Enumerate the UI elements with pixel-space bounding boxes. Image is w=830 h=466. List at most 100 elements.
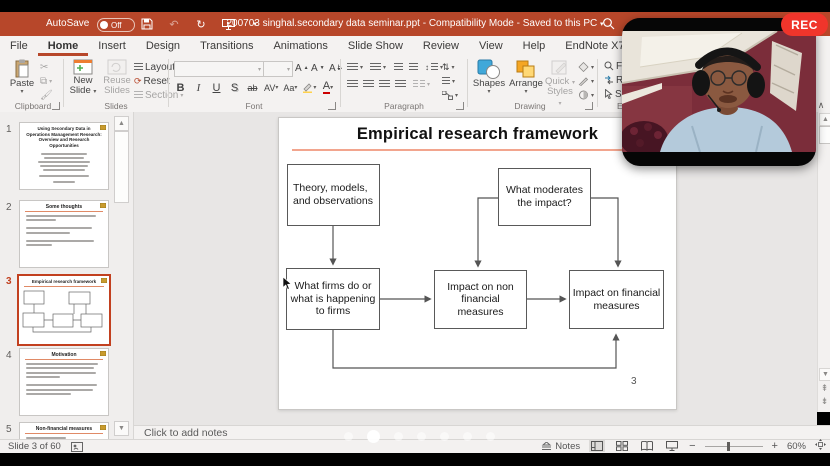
font-size-select[interactable]: ▾ — [263, 61, 293, 77]
diagram-box-financial[interactable]: Impact on financial measures — [569, 270, 664, 329]
clipboard-dialog-launcher-icon[interactable] — [52, 102, 60, 110]
slide-sorter-view-button[interactable] — [614, 440, 630, 452]
webcam-overlay[interactable] — [622, 18, 816, 166]
font-dialog-launcher-icon[interactable] — [328, 102, 336, 110]
zoom-in-button[interactable]: + — [772, 440, 778, 452]
tab-design[interactable]: Design — [136, 37, 190, 56]
increase-indent-icon[interactable] — [409, 61, 418, 73]
new-slide-button[interactable]: New Slide ▾ — [66, 59, 100, 97]
diagram-box-nonfinancial[interactable]: Impact on non financial measures — [434, 270, 527, 329]
grow-font-button[interactable]: A▲ — [295, 62, 309, 74]
scroll-down-icon[interactable]: ▼ — [114, 421, 129, 436]
tab-transitions[interactable]: Transitions — [190, 37, 263, 56]
normal-view-button[interactable] — [589, 440, 605, 452]
slide-thumbnail-1[interactable]: Using Secondary Data in Operations Manag… — [19, 122, 109, 190]
tab-animations[interactable]: Animations — [263, 37, 337, 56]
slide-thumbnail-panel: 1 Using Secondary Data in Operations Man… — [0, 112, 134, 439]
paging-dot[interactable] — [344, 432, 353, 441]
shapes-button[interactable]: Shapes▾ — [471, 59, 507, 96]
editor-scrollbar[interactable]: ▲ ▼ ⇞ ⇟ — [817, 112, 830, 412]
scrollbar-thumb[interactable] — [114, 131, 129, 203]
tab-file[interactable]: File — [0, 37, 38, 56]
tab-review[interactable]: Review — [413, 37, 469, 56]
previous-slide-icon[interactable]: ⇞ — [819, 383, 830, 394]
italic-button[interactable]: I — [192, 81, 205, 94]
tab-view[interactable]: View — [469, 37, 513, 56]
convert-smartart-button[interactable]: ▾ — [442, 89, 458, 101]
slide-canvas[interactable]: Empirical research framework Theory, mod… — [278, 117, 677, 410]
zoom-slider-thumb[interactable] — [727, 442, 730, 451]
fit-to-window-button[interactable] — [815, 439, 826, 453]
shape-outline-button[interactable]: ▾ — [578, 75, 594, 87]
reset-button[interactable]: ⟳Reset — [134, 75, 170, 87]
text-shadow-button[interactable]: S — [228, 81, 241, 94]
bold-button[interactable]: B — [174, 81, 187, 94]
search-icon[interactable] — [602, 17, 617, 32]
underline-button[interactable]: U — [210, 81, 223, 94]
paste-button[interactable]: Paste▾ — [5, 59, 39, 96]
scrollbar-thumb[interactable] — [819, 126, 830, 144]
slide-thumbnail-3-selected[interactable]: Empirical research framework — [17, 274, 111, 346]
strikethrough-button[interactable]: ab — [246, 81, 259, 94]
shrink-font-button[interactable]: A▼ — [311, 62, 325, 74]
font-color-button[interactable]: A▾ — [321, 81, 334, 94]
line-spacing-button[interactable]: ↕▾ — [425, 61, 443, 73]
change-case-button[interactable]: Aa▾ — [283, 81, 297, 94]
tab-slide-show[interactable]: Slide Show — [338, 37, 413, 56]
bullets-button[interactable]: ▾ — [347, 61, 363, 73]
align-right-icon[interactable] — [379, 78, 390, 90]
font-name-select[interactable]: ▾ — [174, 61, 264, 77]
scroll-up-icon[interactable]: ▲ — [819, 113, 830, 126]
paging-dot[interactable] — [394, 432, 403, 441]
paging-dot[interactable] — [417, 432, 426, 441]
paragraph-group-label: Paragraph — [345, 101, 463, 111]
slide-logo — [100, 351, 106, 356]
tab-insert[interactable]: Insert — [88, 37, 136, 56]
video-paging-dots[interactable] — [344, 430, 495, 443]
columns-button[interactable]: ▾ — [413, 78, 430, 90]
accessibility-checker-icon[interactable] — [71, 442, 83, 452]
numbering-button[interactable]: ▾ — [370, 61, 386, 73]
scroll-up-icon[interactable]: ▲ — [114, 116, 129, 131]
reading-view-button[interactable] — [639, 440, 655, 452]
paragraph-dialog-launcher-icon[interactable] — [456, 102, 464, 110]
shape-effects-button[interactable]: ▾ — [578, 89, 594, 101]
drawing-dialog-launcher-icon[interactable] — [585, 102, 593, 110]
cut-icon[interactable]: ✂ — [40, 61, 48, 73]
slide-indicator[interactable]: Slide 3 of 60 — [8, 441, 61, 452]
paging-dot[interactable] — [440, 432, 449, 441]
justify-icon[interactable] — [395, 78, 406, 90]
slide-thumbnail-5[interactable]: Non-financial measures — [19, 422, 109, 439]
tab-home[interactable]: Home — [38, 37, 89, 56]
diagram-box-moderates[interactable]: What moderates the impact? — [498, 168, 591, 226]
scroll-down-icon[interactable]: ▼ — [819, 368, 830, 381]
reuse-slides-button[interactable]: ReuseSlides — [100, 59, 134, 97]
align-left-icon[interactable] — [347, 78, 358, 90]
align-text-button[interactable]: ▾ — [442, 75, 455, 87]
paging-dot[interactable] — [486, 432, 495, 441]
zoom-slider[interactable] — [705, 446, 763, 447]
slideshow-view-button[interactable] — [664, 440, 680, 452]
decrease-indent-icon[interactable] — [394, 61, 403, 73]
arrange-button[interactable]: Arrange▾ — [508, 59, 544, 96]
copy-icon[interactable]: ⧉▾ — [40, 75, 52, 87]
slide-thumbnail-4[interactable]: Motivation — [19, 348, 109, 416]
diagram-box-what-firms-do[interactable]: What firms do or what is happening to fi… — [286, 268, 380, 330]
zoom-out-button[interactable]: − — [689, 440, 695, 452]
webcam-video — [622, 31, 816, 152]
next-slide-icon[interactable]: ⇟ — [819, 396, 830, 407]
notes-toggle-button[interactable]: Notes — [541, 441, 580, 452]
tab-help[interactable]: Help — [513, 37, 556, 56]
zoom-level[interactable]: 60% — [787, 441, 806, 452]
format-painter-icon[interactable]: 🖌 — [40, 89, 53, 101]
diagram-box-theory[interactable]: Theory, models, and observations — [287, 164, 380, 226]
character-spacing-button[interactable]: AV▾ — [264, 81, 278, 94]
paging-dot-active[interactable] — [367, 430, 380, 443]
shape-fill-button[interactable]: ▾ — [578, 61, 594, 73]
align-center-icon[interactable] — [363, 78, 374, 90]
paging-dot[interactable] — [463, 432, 472, 441]
text-direction-button[interactable]: ⇅▾ — [442, 61, 455, 73]
slide-thumbnail-2[interactable]: Some thoughts — [19, 200, 109, 268]
thumbnail-scrollbar[interactable]: ▲ ▼ — [113, 116, 128, 436]
highlight-color-button[interactable]: ▾ — [302, 81, 316, 94]
